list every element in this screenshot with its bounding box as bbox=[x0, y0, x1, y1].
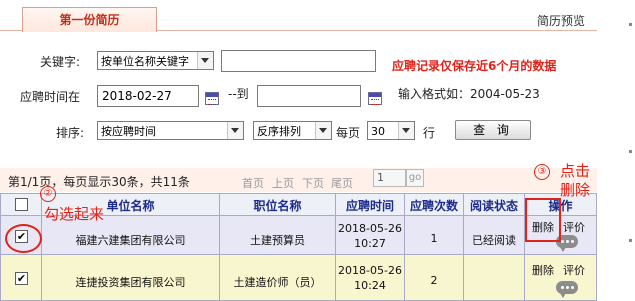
sort-label: 排序: bbox=[56, 126, 85, 140]
edge-mark bbox=[629, 23, 632, 26]
go-button[interactable]: go bbox=[406, 169, 424, 187]
keyword-label: 关键字: bbox=[40, 55, 81, 69]
per-page-unit: 行 bbox=[423, 126, 436, 140]
resume-preview-link[interactable]: 简历预览 bbox=[537, 12, 585, 29]
col-apply-time-header: 应聘时间 bbox=[345, 199, 394, 213]
tab-first-resume[interactable]: 第一份简历 bbox=[22, 7, 157, 32]
sort-field-value: 按应聘时间 bbox=[101, 125, 156, 138]
per-page-label: 每页 bbox=[336, 126, 361, 140]
annotation-step2-number: ② bbox=[40, 186, 56, 202]
apply-count: 1 bbox=[430, 232, 438, 245]
delete-link[interactable]: 删除 bbox=[532, 262, 554, 278]
table-border bbox=[0, 254, 597, 255]
first-page-link[interactable]: 首页 bbox=[242, 175, 264, 191]
date-to-input[interactable] bbox=[257, 85, 361, 107]
date-format-hint: 输入格式如：2004-05-23 bbox=[398, 87, 540, 101]
position-name[interactable]: 土建预算员 bbox=[220, 232, 335, 248]
annotation-step3-number: ③ bbox=[534, 164, 550, 180]
select-all-checkbox[interactable] bbox=[15, 198, 28, 211]
apply-date-label: 应聘时间在 bbox=[20, 90, 81, 104]
page-number-input[interactable]: 1 bbox=[373, 169, 406, 187]
pager-info: 第1/1页，每页显示30条，共11条 bbox=[8, 175, 190, 189]
sort-order-select[interactable]: 反序排列 bbox=[253, 121, 332, 140]
table-border bbox=[0, 193, 1, 301]
read-status: 已经阅读 bbox=[472, 234, 516, 247]
comment-icon[interactable] bbox=[556, 281, 578, 298]
keyword-scope-value: 按单位名称关键字 bbox=[101, 55, 189, 68]
annotation-checkbox-highlight bbox=[5, 224, 42, 253]
annotation-step3-text-line2: 删除 bbox=[560, 181, 591, 199]
query-button[interactable]: 查 询 bbox=[455, 120, 531, 140]
sort-order-value: 反序排列 bbox=[257, 125, 301, 138]
col-position-header: 职位名称 bbox=[253, 199, 302, 213]
chevron-down-icon bbox=[398, 122, 414, 139]
edge-mark bbox=[629, 239, 632, 242]
last-page-link[interactable]: 尾页 bbox=[331, 175, 353, 191]
chevron-down-icon bbox=[197, 52, 213, 69]
retention-notice: 应聘记录仅保存近6个月的数据 bbox=[392, 59, 557, 73]
apply-time: 10:27 bbox=[354, 237, 386, 250]
prev-page-link[interactable]: 上页 bbox=[272, 175, 294, 191]
next-page-link[interactable]: 下页 bbox=[302, 175, 324, 191]
calendar-icon[interactable] bbox=[205, 92, 219, 105]
chevron-down-icon bbox=[315, 122, 331, 139]
row-checkbox[interactable]: ✔ bbox=[15, 272, 28, 285]
per-page-value: 30 bbox=[371, 125, 385, 138]
company-name[interactable]: 福建六建集团有限公司 bbox=[42, 232, 219, 248]
apply-date: 2018-05-26 bbox=[338, 222, 402, 235]
date-to-label: --到 bbox=[228, 87, 249, 101]
keyword-input[interactable] bbox=[221, 50, 376, 72]
chevron-down-icon bbox=[227, 122, 243, 139]
keyword-scope-select[interactable]: 按单位名称关键字 bbox=[97, 51, 214, 70]
table-border bbox=[0, 193, 597, 194]
calendar-icon[interactable] bbox=[368, 92, 382, 105]
annotation-step2-text: 勾选起来 bbox=[44, 205, 105, 223]
annotation-delete-highlight bbox=[525, 198, 561, 242]
col-apply-count-header: 应聘次数 bbox=[409, 199, 458, 213]
date-from-input[interactable]: 2018-02-27 bbox=[97, 85, 199, 107]
company-name[interactable]: 连捷投资集团有限公司 bbox=[42, 274, 219, 290]
per-page-select[interactable]: 30 bbox=[367, 121, 415, 140]
apply-date: 2018-05-26 bbox=[338, 264, 402, 277]
col-read-status-header: 阅读状态 bbox=[469, 199, 518, 213]
sort-field-select[interactable]: 按应聘时间 bbox=[97, 121, 244, 140]
annotation-step3-text-line1: 点击 bbox=[560, 162, 591, 180]
position-name[interactable]: 土建造价师（员） bbox=[220, 274, 335, 290]
table-border bbox=[596, 193, 597, 301]
apply-count: 2 bbox=[430, 274, 438, 287]
rate-link[interactable]: 评价 bbox=[563, 262, 585, 278]
edge-mark bbox=[629, 150, 632, 153]
apply-time: 10:24 bbox=[354, 279, 386, 292]
rate-link[interactable]: 评价 bbox=[563, 219, 585, 235]
